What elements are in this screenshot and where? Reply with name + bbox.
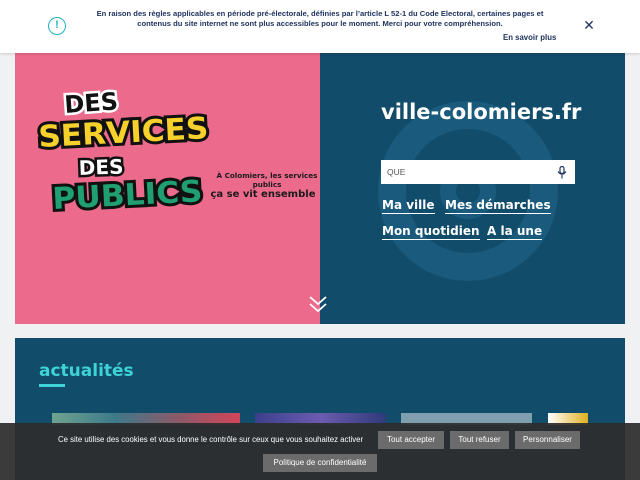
hero-panel: ville-colomiers.fr Ma ville Mes démarche… [320, 53, 625, 324]
nav-mon-quotidien[interactable]: Mon quotidien [382, 224, 480, 240]
close-icon[interactable]: ✕ [582, 18, 596, 32]
learn-more-link[interactable]: En savoir plus [503, 33, 556, 42]
tagline: À Colomiers, les services publics ça se … [207, 171, 320, 201]
search-input[interactable] [387, 164, 547, 180]
logo-word-des-2: DES [78, 154, 123, 180]
privacy-policy-button[interactable]: Politique de confidentialité [263, 454, 377, 472]
nav-mes-demarches[interactable]: Mes démarches [445, 198, 551, 214]
cookie-text: Ce site utilise des cookies et vous donn… [58, 435, 364, 444]
hero-visual: DES SERVICES DES PUBLICS À Colomiers, le… [15, 53, 320, 324]
tagline-big: ça se vit ensemble ! [210, 189, 320, 200]
info-icon: ! [48, 17, 66, 35]
notice-banner: ! En raison des règles applicables en pé… [0, 0, 640, 53]
site-title: ville-colomiers.fr [381, 100, 582, 124]
nav-a-la-une[interactable]: A la une [487, 224, 543, 240]
logo-word-publics: PUBLICS [52, 174, 204, 213]
notice-text: En raison des règles applicables en péri… [96, 9, 544, 28]
news-title: actualités [39, 361, 134, 381]
logo-word-services: SERVICES [38, 111, 210, 155]
logo-word-des-1: DES [63, 87, 118, 119]
customize-button[interactable]: Personnaliser [515, 431, 580, 449]
tagline-small: À Colomiers, les services publics [216, 171, 318, 189]
scroll-down-chevron-icon[interactable] [307, 293, 329, 315]
services-publics-logo: DES SERVICES DES PUBLICS [35, 85, 212, 213]
accept-all-button[interactable]: Tout accepter [378, 431, 444, 449]
microphone-icon[interactable] [557, 166, 567, 179]
search-box[interactable] [381, 160, 575, 184]
cookie-bar: Ce site utilise des cookies et vous donn… [0, 423, 640, 480]
refuse-all-button[interactable]: Tout refuser [450, 431, 509, 449]
nav-ma-ville[interactable]: Ma ville [382, 198, 435, 214]
news-title-underline [39, 384, 65, 387]
hero: DES SERVICES DES PUBLICS À Colomiers, le… [15, 53, 625, 324]
